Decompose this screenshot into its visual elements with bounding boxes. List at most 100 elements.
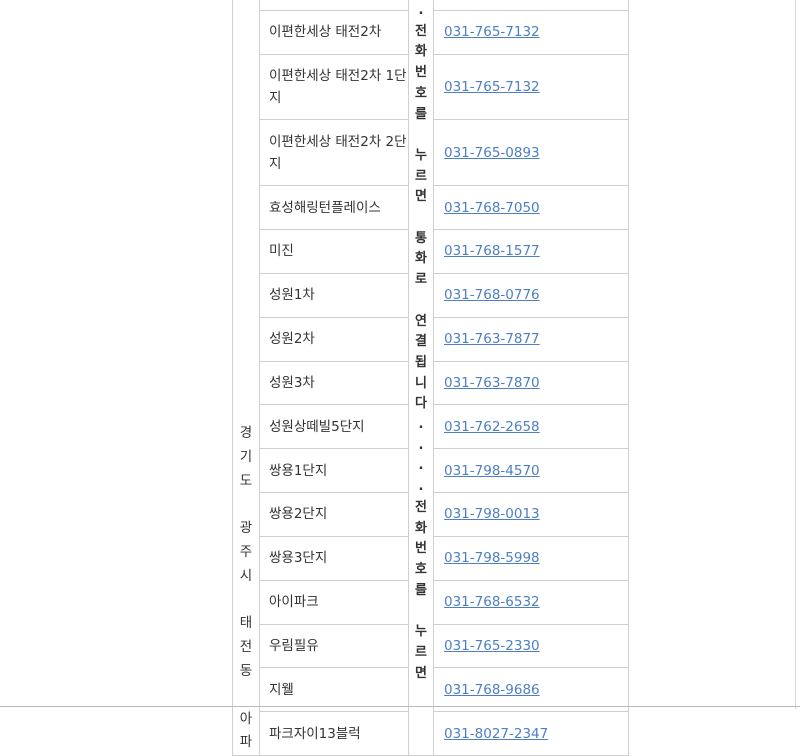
phone-link[interactable]: 031-768-7050 — [444, 200, 540, 216]
call-instruction-char: 르 — [415, 644, 427, 660]
phone-link[interactable]: 031-8027-2347 — [444, 726, 548, 742]
region-label-char: 동 — [239, 662, 253, 679]
phone-link[interactable]: 031-768-9686 — [444, 682, 540, 698]
call-instruction-char — [409, 208, 433, 229]
phone-cell: 031-765-7132 — [433, 53, 629, 121]
call-instruction-char: 전 — [415, 23, 427, 39]
call-instruction-char: 면 — [415, 665, 427, 681]
apartment-name: 이편한세상 태전2차 2단지 — [259, 119, 409, 187]
region-label-char: 파 — [239, 734, 253, 751]
region-label-char: 광 — [239, 520, 253, 537]
call-instruction-char: 화 — [415, 520, 427, 536]
region-label-char: 주 — [239, 543, 253, 560]
apartment-name: 파크자이13블럭 — [259, 711, 409, 756]
region-label-char: 기 — [239, 448, 253, 465]
phone-cell: 031-765-7132 — [433, 9, 629, 55]
apartment-name: 성원2차 — [259, 316, 409, 362]
viewport-bottom-border — [0, 706, 800, 707]
phone-link[interactable]: 031-763-7870 — [444, 375, 540, 391]
call-instruction-char: 누 — [415, 147, 427, 163]
phone-cell — [433, 0, 629, 11]
call-instruction-char: 전 — [415, 499, 427, 515]
phone-link[interactable]: 031-765-0893 — [444, 145, 540, 161]
call-instruction-char: . — [418, 3, 424, 18]
phone-cell: 031-768-1577 — [433, 229, 629, 274]
phone-cell: 031-765-0893 — [433, 119, 629, 187]
apartment-name: 성원3차 — [259, 360, 409, 406]
call-instruction-cell: .전화번호를 누르면 통화로 연결됩니다....전화번호를 누르면 — [408, 0, 434, 756]
region-label-char: 전 — [239, 639, 253, 656]
call-instruction-char — [409, 125, 433, 146]
phone-cell: 031-762-2658 — [433, 404, 629, 450]
region-label-char: 아 — [239, 710, 253, 727]
apartment-name: 쌍용1단지 — [259, 448, 409, 494]
phone-link[interactable]: 031-798-0013 — [444, 506, 540, 522]
apartment-name: 쌍용2단지 — [259, 492, 409, 537]
call-instruction-char: 르 — [415, 168, 427, 184]
region-label-char — [233, 684, 259, 708]
call-instruction-char: 화 — [415, 44, 427, 60]
apartment-name: 효성해링턴플레이스 — [259, 185, 409, 231]
call-instruction-char: 화 — [415, 251, 427, 267]
phone-cell: 031-798-0013 — [433, 492, 629, 537]
call-instruction-char: 로 — [415, 272, 427, 288]
phone-link[interactable]: 031-768-6532 — [444, 594, 540, 610]
phone-link[interactable]: 031-768-0776 — [444, 287, 540, 303]
call-instruction-char: 누 — [415, 624, 427, 640]
apartment-name: 성원1차 — [259, 272, 409, 318]
phone-link[interactable]: 031-765-7132 — [444, 79, 540, 95]
phone-link[interactable]: 031-763-7877 — [444, 331, 540, 347]
apartment-name: 우림필유 — [259, 623, 409, 669]
phone-link[interactable]: 031-798-4570 — [444, 463, 540, 479]
table-row: 경기도 광주시 태전동 아파.전화번호를 누르면 통화로 연결됩니다....전화… — [232, 0, 629, 756]
call-instruction-char: 통 — [415, 230, 427, 246]
call-instruction-char — [409, 291, 433, 312]
phone-cell: 031-763-7870 — [433, 360, 629, 406]
call-instruction-char: 연 — [415, 313, 427, 329]
phone-link[interactable]: 031-765-7132 — [444, 24, 540, 40]
call-instruction-char: . — [418, 479, 424, 495]
call-instruction-char: 됩 — [415, 354, 427, 370]
phone-link[interactable]: 031-762-2658 — [444, 419, 540, 435]
call-instruction-char — [409, 601, 433, 622]
call-instruction-char: . — [418, 417, 424, 433]
call-instruction-char: 다 — [415, 396, 427, 412]
phone-cell: 031-768-0776 — [433, 272, 629, 318]
phone-cell: 031-765-2330 — [433, 623, 629, 669]
phone-cell: 031-763-7877 — [433, 316, 629, 362]
call-instruction-char: 호 — [415, 561, 427, 577]
call-instruction-char: . — [418, 437, 424, 453]
phone-cell: 031-768-7050 — [433, 185, 629, 231]
phone-cell: 031-8027-2347 — [433, 711, 629, 756]
call-instruction-char: 결 — [415, 334, 427, 350]
phone-link[interactable]: 031-798-5998 — [444, 550, 540, 566]
call-instruction-char: 를 — [415, 106, 427, 122]
region-label-char — [233, 589, 259, 613]
call-instruction-char: 면 — [415, 189, 427, 205]
phone-cell: 031-798-5998 — [433, 535, 629, 581]
phone-link[interactable]: 031-765-2330 — [444, 638, 540, 654]
region-label-char: 도 — [239, 472, 253, 489]
call-instruction-char: 번 — [415, 541, 427, 557]
apartment-name: 미진 — [259, 229, 409, 274]
phone-cell: 031-798-4570 — [433, 448, 629, 494]
region-label-cell: 경기도 광주시 태전동 아파 — [232, 0, 260, 756]
call-instruction-char: . — [418, 458, 424, 474]
phone-cell: 031-768-6532 — [433, 579, 629, 625]
apartment-phone-table: 경기도 광주시 태전동 아파.전화번호를 누르면 통화로 연결됩니다....전화… — [232, 0, 629, 756]
phone-link[interactable]: 031-768-1577 — [444, 243, 540, 259]
region-label-char: 경 — [239, 425, 253, 441]
region-label-char: 시 — [239, 567, 253, 584]
call-instruction-char: 호 — [415, 85, 427, 101]
region-label-char: 태 — [239, 615, 253, 632]
apartment-name: 아이파크 — [259, 579, 409, 625]
apartment-name: 이편한세상 태전2차 — [259, 9, 409, 55]
content-right-border — [795, 0, 796, 709]
apartment-name: 쌍용3단지 — [259, 535, 409, 581]
apartment-name: 성원상떼빌5단지 — [259, 404, 409, 450]
call-instruction-char: 니 — [415, 375, 427, 391]
apartment-name — [259, 0, 409, 11]
region-label-char — [233, 493, 259, 517]
apartment-name: 이편한세상 태전2차 1단지 — [259, 53, 409, 121]
call-instruction-char: 번 — [415, 65, 427, 81]
